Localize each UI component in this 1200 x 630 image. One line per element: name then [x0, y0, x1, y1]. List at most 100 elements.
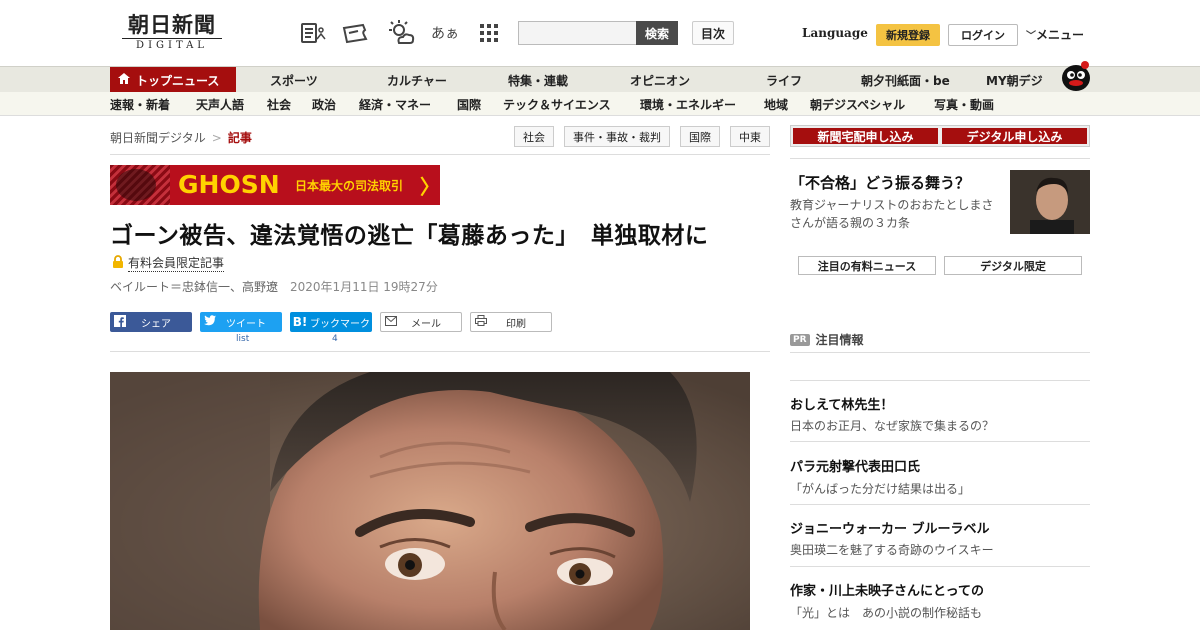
timestamp: 2020年1月11日 19時27分 [290, 280, 438, 294]
nav-item-my-asadigi[interactable]: MY朝デジ [986, 67, 1043, 93]
subscribe-digital-button[interactable]: デジタル申し込み [942, 128, 1087, 144]
subnav-item[interactable]: 経済・マネー [359, 92, 431, 116]
banner-title: GHOSN [178, 170, 280, 199]
article-tags: 社会 事件・事故・裁判 国際 中東 [514, 126, 770, 147]
article-photo[interactable] [110, 372, 750, 630]
feature-title[interactable]: 「不合格」どう振る舞う？ [790, 172, 970, 193]
site-header: 朝日新聞 DIGITAL あぁ 検索 目次 Language 新規登録 ログイン… [0, 0, 1200, 66]
nav-item-sports[interactable]: スポーツ [270, 67, 318, 93]
pr-item-description[interactable]: 「光」とは あの小説の制作秘話も [790, 604, 982, 621]
facebook-share-button[interactable]: シェア [110, 312, 192, 332]
chevron-right-icon: 〉 [420, 175, 440, 199]
chevron-down-icon: ﹀ [1026, 31, 1036, 42]
pr-badge: PR [790, 333, 810, 346]
subnav-item[interactable]: 速報・新着 [110, 92, 170, 116]
search-button[interactable]: 検索 [636, 21, 678, 45]
breadcrumb-separator: > [211, 131, 222, 145]
menu-button[interactable]: ﹀メニュー [1026, 26, 1084, 43]
language-link[interactable]: Language [802, 26, 868, 40]
hatena-bookmark-button[interactable]: B! ブックマーク [290, 312, 372, 332]
tab-digital-only[interactable]: デジタル限定 [944, 256, 1082, 275]
divider [110, 351, 770, 352]
subnav-item[interactable]: 朝デジスペシャル [810, 92, 905, 116]
search-input[interactable] [518, 21, 638, 45]
site-logo[interactable]: 朝日新聞 DIGITAL [114, 12, 230, 56]
divider [790, 380, 1090, 381]
nav-item-culture[interactable]: カルチャー [387, 67, 447, 93]
tag-incidents[interactable]: 事件・事故・裁判 [564, 126, 670, 147]
paywall-label[interactable]: 有料会員限定記事 [112, 254, 225, 272]
nav-item-opinion[interactable]: オピニオン [630, 67, 690, 93]
subnav-item[interactable]: 政治 [312, 92, 336, 116]
menu-label: メニュー [1036, 28, 1085, 42]
subnav-item[interactable]: 国際 [457, 92, 481, 116]
pr-item-description[interactable]: 奥田瑛二を魅了する奇跡のウイスキー [790, 541, 994, 558]
pr-item-title[interactable]: おしえて林先生！ [790, 394, 893, 413]
pr-item-title[interactable]: ジョニーウォーカー ブルーラベル [790, 518, 990, 537]
nav-item-features[interactable]: 特集・連載 [508, 67, 568, 93]
print-button[interactable]: 印刷 [470, 312, 552, 332]
main-nav: トップニュース スポーツ カルチャー 特集・連載 オピニオン ライフ 朝夕刊紙面… [0, 66, 1200, 93]
pr-item-title[interactable]: パラ元射撃代表田口氏 [790, 456, 920, 475]
twitter-icon [200, 315, 220, 329]
divider [790, 158, 1090, 159]
print-icon [471, 315, 491, 329]
ticket-icon[interactable] [340, 18, 370, 48]
pr-item-title[interactable]: 作家・川上未映子さんにとっての [790, 580, 984, 599]
facebook-icon [110, 314, 130, 330]
nav-item-top-news[interactable]: トップニュース [110, 67, 236, 93]
tag-society[interactable]: 社会 [514, 126, 554, 147]
login-button[interactable]: ログイン [948, 24, 1018, 46]
subnav-item[interactable]: 社会 [267, 92, 291, 116]
subnav-item[interactable]: 環境・エネルギー [640, 92, 736, 116]
paywall-text: 有料会員限定記事 [128, 256, 225, 272]
tag-international[interactable]: 国際 [680, 126, 720, 147]
subnav-item[interactable]: 天声人語 [196, 92, 244, 116]
nav-item-life[interactable]: ライフ [766, 67, 802, 93]
mail-icon [381, 315, 401, 329]
tab-featured-paid-news[interactable]: 注目の有料ニュース [798, 256, 936, 275]
logo-digital: DIGITAL [122, 38, 222, 53]
divider [790, 566, 1090, 567]
pr-heading: PR 注目情報 [790, 331, 864, 348]
tag-middle-east[interactable]: 中東 [730, 126, 770, 147]
mascot-icon[interactable] [1058, 58, 1092, 92]
mail-share-label: メール [411, 318, 441, 330]
twitter-share-button[interactable]: ツイート [200, 312, 282, 332]
breadcrumb-root[interactable]: 朝日新聞デジタル [110, 131, 206, 145]
banner-subtitle: 日本最大の司法取引 [295, 179, 404, 193]
breadcrumb-current: 記事 [227, 131, 252, 145]
sub-nav: 速報・新着 天声人語 社会 政治 経済・マネー 国際 テック＆サイエンス 環境・… [0, 92, 1200, 116]
feature-description[interactable]: 教育ジャーナリストのおおたとしまささんが語る親の３カ条 [790, 196, 1005, 232]
twitter-count[interactable]: list [236, 334, 249, 344]
divider [790, 504, 1090, 505]
banner-portrait [116, 169, 156, 201]
hatena-label: ブックマーク [310, 318, 370, 330]
mail-share-button[interactable]: メール [380, 312, 462, 332]
signup-button[interactable]: 新規登録 [876, 24, 940, 46]
hatena-count[interactable]: 4 [332, 334, 338, 344]
pr-heading-text: 注目情報 [815, 333, 864, 347]
newspaper-icon[interactable] [298, 18, 328, 48]
byline-authors: ベイルート＝忠鉢信一、高野遼 [110, 280, 279, 294]
table-of-contents-button[interactable]: 目次 [692, 21, 734, 45]
lock-icon [112, 255, 124, 271]
nav-item-print[interactable]: 朝夕刊紙面・be [861, 67, 950, 93]
divider [790, 352, 1090, 353]
weather-icon[interactable] [386, 18, 416, 48]
subnav-item[interactable]: 写真・動画 [934, 92, 994, 116]
pr-item-description[interactable]: 「がんばった分だけ結果は出る」 [790, 480, 970, 497]
article-headline: ゴーン被告、違法覚悟の逃亡「葛藤あった」 単独取材に [110, 223, 709, 249]
subnav-item[interactable]: 地域 [764, 92, 788, 116]
breadcrumb: 朝日新聞デジタル > 記事 [110, 129, 252, 146]
font-size-icon[interactable]: あぁ [430, 18, 460, 48]
pr-item-description[interactable]: 日本のお正月、なぜ家族で集まるの？ [790, 417, 994, 434]
subscribe-buttons: 新聞宅配申し込み デジタル申し込み [790, 125, 1090, 147]
hatena-icon: B! [292, 315, 308, 329]
ghosn-banner[interactable]: GHOSN 日本最大の司法取引 〉 [110, 165, 440, 205]
subnav-item[interactable]: テック＆サイエンス [503, 92, 611, 116]
feature-photo[interactable] [1010, 170, 1090, 234]
grid-menu-icon[interactable] [474, 18, 504, 48]
logo-kanji: 朝日新聞 [128, 12, 216, 37]
subscribe-paper-button[interactable]: 新聞宅配申し込み [793, 128, 938, 144]
